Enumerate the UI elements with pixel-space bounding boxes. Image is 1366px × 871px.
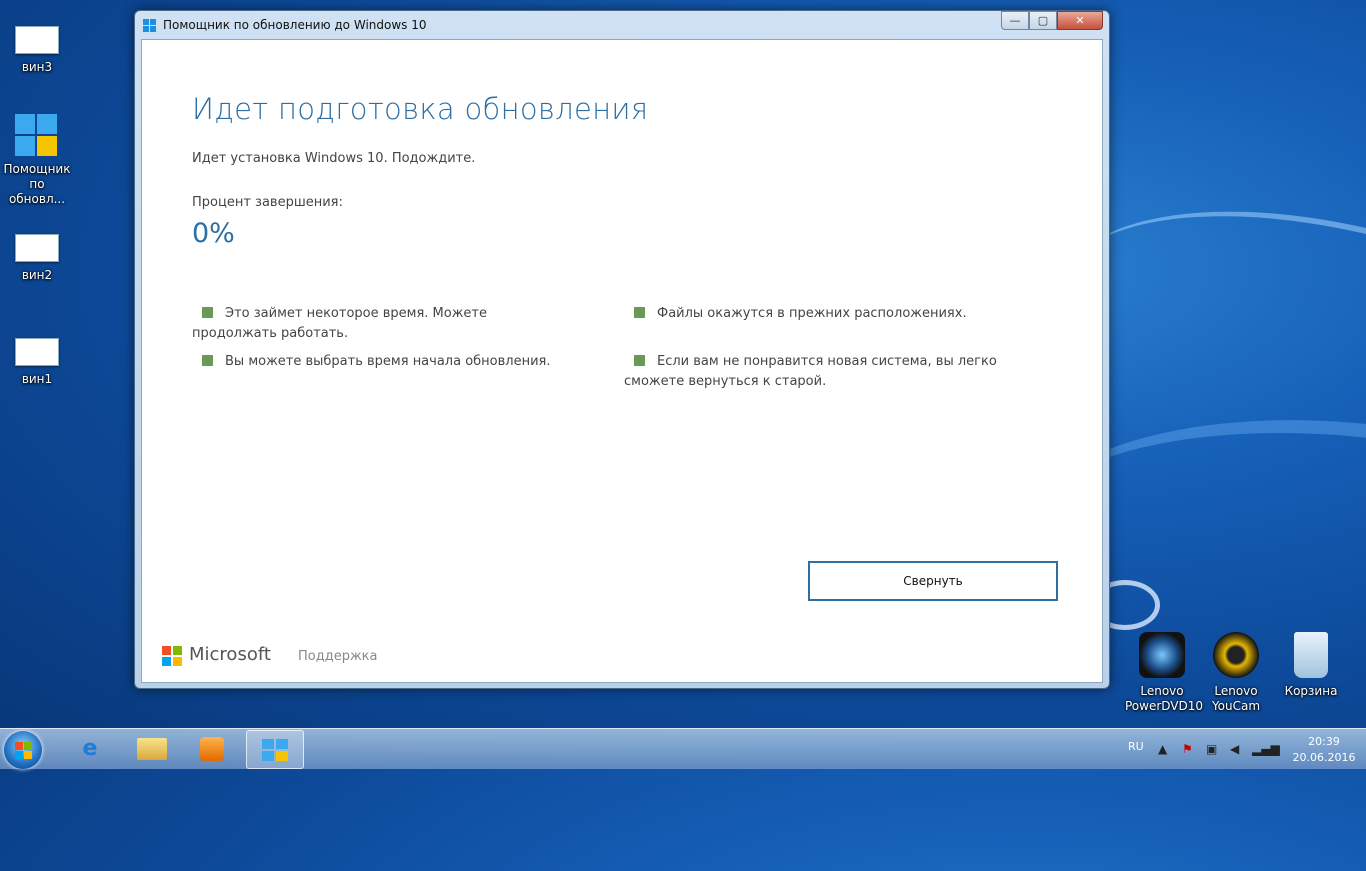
bullet-text: Если вам не понравится новая система, вы… (624, 354, 997, 389)
signal-icon[interactable]: ▂▄▆ (1252, 742, 1280, 756)
windows-logo-icon (262, 738, 288, 761)
bullet-text: Файлы окажутся в прежних расположениях. (657, 306, 967, 321)
status-text: Идет установка Windows 10. Подождите. (192, 151, 476, 166)
clock-time: 20:39 (1308, 735, 1340, 748)
maximize-window-button[interactable]: ▢ (1029, 11, 1057, 30)
show-hidden-icons-icon[interactable]: ▲ (1158, 742, 1167, 756)
progress-label: Процент завершения: (192, 195, 343, 210)
webcam-icon (1213, 632, 1259, 678)
microsoft-brand: Microsoft (189, 644, 271, 665)
desktop-icon-label: вин3 (21, 60, 53, 74)
progress-percent: 0% (192, 218, 235, 249)
taskbar: e RU ▲ ⚑ ▣ ◀ ▂▄▆ 20:39 20.06.2016 (0, 728, 1366, 769)
bullet-square-icon (202, 355, 213, 366)
bullet-text: Вы можете выбрать время начала обновлени… (225, 354, 551, 369)
desktop-icon-update-assistant[interactable]: Помощник по обновл... (0, 114, 74, 207)
window-content: Идет подготовка обновления Идет установк… (141, 39, 1103, 683)
info-bullet: Вы можете выбрать время начала обновлени… (192, 352, 562, 372)
window-title: Помощник по обновлению до Windows 10 (163, 18, 427, 32)
desktop-icon-powerdvd[interactable]: Lenovo PowerDVD10 (1125, 632, 1203, 714)
microsoft-logo-icon (162, 646, 182, 666)
desktop-icon-youcam[interactable]: Lenovo YouCam (1199, 632, 1273, 714)
system-clock[interactable]: 20:39 20.06.2016 (1288, 734, 1360, 766)
window-titlebar[interactable]: Помощник по обновлению до Windows 10 — ▢… (135, 11, 1109, 39)
bullet-square-icon (634, 355, 645, 366)
start-button[interactable] (4, 731, 42, 769)
bullet-square-icon (202, 307, 213, 318)
desktop-icon-label: вин1 (21, 372, 53, 386)
volume-icon[interactable]: ◀ (1230, 742, 1239, 756)
desktop-icon-vin1[interactable]: вин1 (0, 338, 74, 387)
update-assistant-window: Помощник по обновлению до Windows 10 — ▢… (134, 10, 1110, 689)
internet-explorer-icon[interactable]: e (62, 730, 118, 767)
bullet-square-icon (634, 307, 645, 318)
play-icon (200, 736, 224, 761)
file-thumbnail-icon (15, 26, 59, 54)
bullet-text: Это займет некоторое время. Можете продо… (192, 306, 487, 341)
windows-logo-icon (143, 19, 157, 33)
desktop-icon-vin3[interactable]: вин3 (0, 26, 74, 75)
language-indicator[interactable]: RU (1128, 740, 1144, 753)
file-explorer-icon[interactable] (124, 730, 180, 767)
info-bullet: Если вам не понравится новая система, вы… (624, 352, 1044, 392)
desktop-icon-label: Корзина (1284, 684, 1338, 698)
powerdvd-icon (1139, 632, 1185, 678)
minimize-button[interactable]: Свернуть (808, 561, 1058, 601)
desktop-icon-vin2[interactable]: вин2 (0, 234, 74, 283)
desktop-icon-label: Lenovo YouCam (1211, 684, 1261, 713)
desktop-icon-label: Lenovo PowerDVD10 (1125, 684, 1204, 713)
windows-logo-icon (15, 114, 59, 158)
taskbar-update-assistant[interactable] (246, 730, 304, 769)
window-controls: — ▢ ✕ (1001, 11, 1103, 30)
desktop-icon-label: Помощник по обновл... (3, 162, 71, 206)
minimize-window-button[interactable]: — (1001, 11, 1029, 30)
close-window-button[interactable]: ✕ (1057, 11, 1103, 30)
desktop-icon-label: вин2 (21, 268, 53, 282)
support-link[interactable]: Поддержка (298, 649, 378, 664)
info-bullet: Это займет некоторое время. Можете продо… (192, 304, 562, 344)
info-bullet: Файлы окажутся в прежних расположениях. (624, 304, 1044, 324)
clock-date: 20.06.2016 (1292, 751, 1356, 764)
action-center-icon[interactable]: ⚑ (1182, 742, 1193, 756)
page-title: Идет подготовка обновления (192, 92, 649, 126)
desktop-icon-recycle-bin[interactable]: Корзина (1274, 632, 1348, 699)
file-thumbnail-icon (15, 234, 59, 262)
media-player-icon[interactable] (184, 730, 240, 767)
file-thumbnail-icon (15, 338, 59, 366)
folder-icon (137, 737, 167, 760)
recycle-bin-icon (1294, 632, 1328, 678)
network-icon[interactable]: ▣ (1206, 742, 1217, 756)
